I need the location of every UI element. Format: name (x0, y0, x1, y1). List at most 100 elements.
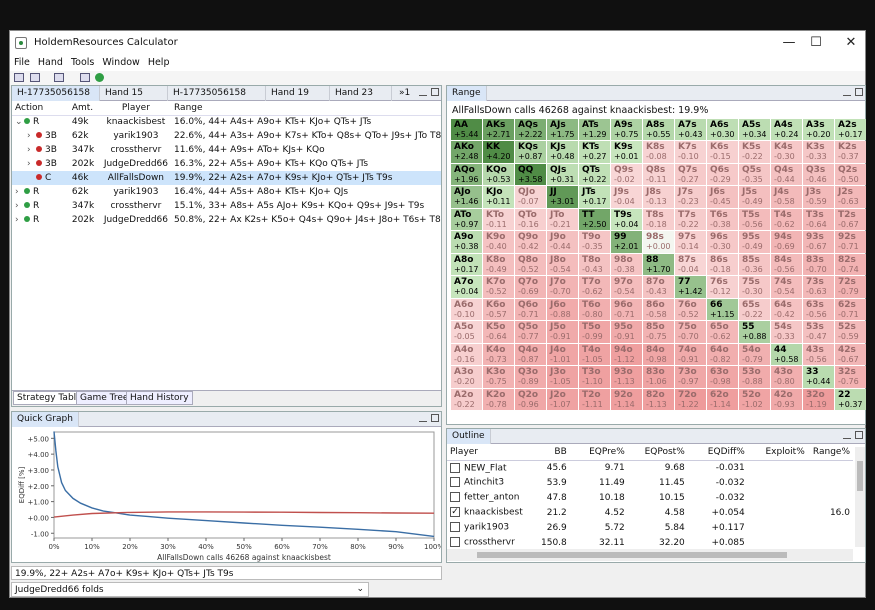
hand-cell[interactable]: JTs +0.17 (579, 186, 610, 208)
open-icon[interactable] (30, 73, 40, 82)
hand-cell[interactable]: J9o -0.44 (547, 231, 578, 253)
hand-cell[interactable]: J5s -0.49 (739, 186, 770, 208)
hand-cell[interactable]: QJo -0.07 (515, 186, 546, 208)
tab-hand-h17735056158[interactable]: H-17735056158 (12, 86, 100, 101)
hand-cell[interactable]: KJs +0.48 (547, 141, 578, 163)
hand-cell[interactable]: 72s -0.79 (835, 276, 866, 298)
hand-cell[interactable]: T2o -1.11 (579, 388, 610, 410)
close-button[interactable]: ✕ (840, 34, 862, 52)
hand-cell[interactable]: JJ +3.01 (547, 186, 578, 208)
hand-cell[interactable]: A5o -0.05 (451, 321, 482, 343)
hand-cell[interactable]: 85o -0.75 (643, 321, 674, 343)
hand-cell[interactable]: J7o -0.70 (547, 276, 578, 298)
hand-cell[interactable]: T7o -0.62 (579, 276, 610, 298)
hand-cell[interactable]: K3o -0.75 (483, 366, 514, 388)
hand-cell[interactable]: 83s -0.70 (803, 253, 834, 276)
hand-cell[interactable]: K5s -0.22 (739, 141, 770, 163)
hand-cell[interactable]: A5s +0.34 (739, 119, 770, 141)
hand-cell[interactable]: 82s -0.74 (835, 253, 866, 276)
hand-cell[interactable]: 32o -1.19 (803, 388, 834, 410)
minimize-pane-icon[interactable] (843, 88, 851, 96)
hand-cell[interactable]: 93s -0.67 (803, 231, 834, 253)
table-row[interactable]: ⌄ R 49k knaackisbest 16.0%, 44+ A4s+ A9o+ KT… (12, 115, 441, 129)
hand-cell[interactable]: T3o -1.10 (579, 366, 610, 388)
col-exploit[interactable]: Exploit% (747, 445, 808, 461)
table-row[interactable]: ✓ knaackisbest 21.2 4.52 4.58 +0.054 16.0 (447, 505, 853, 520)
hand-cell[interactable]: 83o -1.06 (643, 366, 674, 388)
hand-cell[interactable]: J4s -0.58 (771, 186, 802, 208)
col-eqpost[interactable]: EQPost% (627, 445, 688, 461)
hand-cell[interactable]: Q3o -0.89 (515, 366, 546, 388)
hand-cell[interactable]: J8o -0.54 (547, 253, 578, 276)
table-row[interactable]: Atinchit3 53.9 11.49 11.45 -0.032 (447, 475, 853, 490)
hand-cell[interactable]: 98s +0.00 (643, 231, 674, 253)
include-checkbox[interactable]: ✓ (450, 507, 460, 518)
expand-caret-icon[interactable]: › (27, 145, 36, 155)
hand-cell[interactable]: A3s +0.20 (803, 119, 834, 141)
hand-cell[interactable]: T5o -0.99 (579, 321, 610, 343)
hand-cell[interactable]: AJo +1.46 (451, 186, 482, 208)
hand-cell[interactable]: AKs +2.71 (483, 119, 514, 141)
hand-cell[interactable]: J3o -1.05 (547, 366, 578, 388)
hand-cell[interactable]: AKo +2.48 (451, 141, 482, 163)
hand-cell[interactable]: A6o -0.10 (451, 298, 482, 321)
hand-cell[interactable]: 32s -0.76 (835, 366, 866, 388)
hand-cell[interactable]: K8o -0.49 (483, 253, 514, 276)
hand-cell[interactable]: 92o -1.14 (611, 388, 642, 410)
hand-cell[interactable]: J2s -0.63 (835, 186, 866, 208)
hand-cell[interactable]: A4s +0.24 (771, 119, 802, 141)
hand-cell[interactable]: 74s -0.54 (771, 276, 802, 298)
hand-cell[interactable]: 76s -0.12 (707, 276, 738, 298)
hand-cell[interactable]: Q6s -0.29 (707, 163, 738, 186)
hand-cell[interactable]: J3s -0.59 (803, 186, 834, 208)
hand-cell[interactable]: KJo +0.11 (483, 186, 514, 208)
hand-cell[interactable]: KTo -0.11 (483, 208, 514, 231)
hand-cell[interactable]: Q4o -0.87 (515, 343, 546, 366)
hand-cell[interactable]: T9o -0.35 (579, 231, 610, 253)
hand-cell[interactable]: AJs +1.75 (547, 119, 578, 141)
hand-cell[interactable]: K9s +0.01 (611, 141, 642, 163)
col-range[interactable]: Range (171, 101, 441, 116)
hand-cell[interactable]: 52o -1.02 (739, 388, 770, 410)
col-range[interactable]: Range% (807, 445, 853, 461)
col-player[interactable]: Player (447, 445, 526, 461)
hand-cell[interactable]: 63o -0.98 (707, 366, 738, 388)
hand-cell[interactable]: K2s -0.37 (835, 141, 866, 163)
col-eqpre[interactable]: EQPre% (569, 445, 628, 461)
hand-cell[interactable]: 84s -0.56 (771, 253, 802, 276)
hand-cell[interactable]: T8s -0.18 (643, 208, 674, 231)
hand-cell[interactable]: T3s -0.64 (803, 208, 834, 231)
expand-caret-icon[interactable]: › (27, 131, 36, 141)
hand-cell[interactable]: 92s -0.71 (835, 231, 866, 253)
hand-cell[interactable]: A7o +0.04 (451, 276, 482, 298)
hand-cell[interactable]: K6o -0.57 (483, 298, 514, 321)
hand-cell[interactable]: 43s -0.56 (803, 343, 834, 366)
hand-cell[interactable]: A6s +0.30 (707, 119, 738, 141)
hand-cell[interactable]: 75o -0.70 (675, 321, 706, 343)
tab-overflow[interactable]: »1 (394, 86, 414, 101)
col-player[interactable]: Player (100, 101, 171, 116)
include-checkbox[interactable] (450, 492, 460, 503)
hand-cell[interactable]: T4o -1.05 (579, 343, 610, 366)
vertical-scrollbar[interactable] (855, 447, 865, 547)
hand-cell[interactable]: 62s -0.71 (835, 298, 866, 321)
hand-cell[interactable]: 86o -0.58 (643, 298, 674, 321)
hand-cell[interactable]: T5s -0.56 (739, 208, 770, 231)
tab-strategy-table[interactable]: Strategy Table (13, 391, 86, 405)
col-action[interactable]: Action (12, 101, 69, 116)
hand-cell[interactable]: A9o +0.38 (451, 231, 482, 253)
hand-cell[interactable]: 43o -0.80 (771, 366, 802, 388)
hand-cell[interactable]: J7s -0.23 (675, 186, 706, 208)
menu-help[interactable]: Help (144, 55, 174, 70)
hand-cell[interactable]: Q5o -0.77 (515, 321, 546, 343)
hand-cell[interactable]: 22 +0.37 (835, 388, 866, 410)
hand-cell[interactable]: Q8s -0.11 (643, 163, 674, 186)
hand-cell[interactable]: 53o -0.88 (739, 366, 770, 388)
hand-cell[interactable]: 65o -0.62 (707, 321, 738, 343)
hand-cell[interactable]: K9o -0.40 (483, 231, 514, 253)
hand-cell[interactable]: K7s -0.10 (675, 141, 706, 163)
hand-cell[interactable]: 74o -0.91 (675, 343, 706, 366)
hand-cell[interactable]: 86s -0.18 (707, 253, 738, 276)
hand-cell[interactable]: 84o -0.98 (643, 343, 674, 366)
hand-cell[interactable]: J6o -0.88 (547, 298, 578, 321)
